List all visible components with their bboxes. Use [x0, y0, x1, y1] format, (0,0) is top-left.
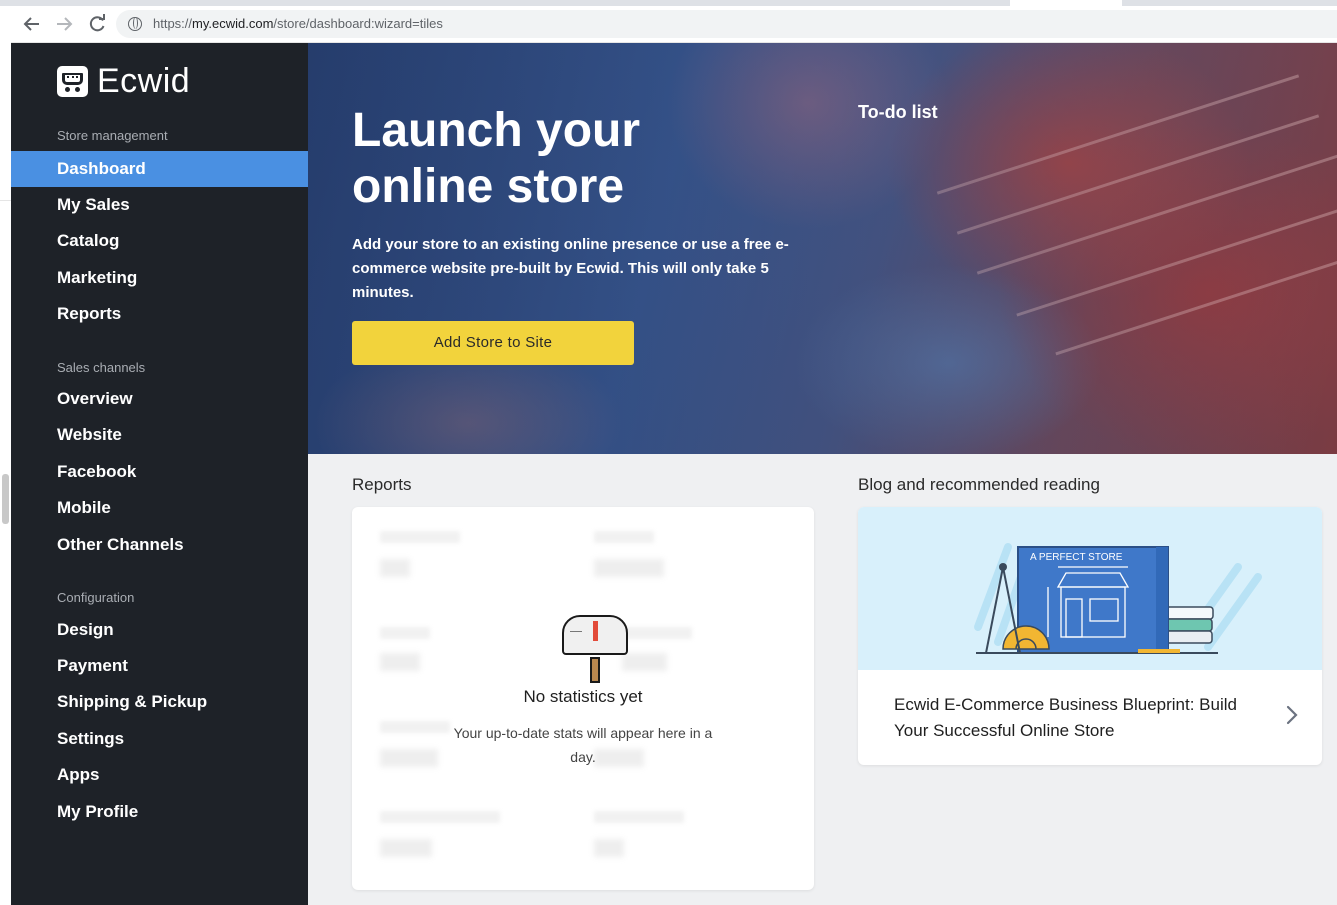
placeholder-value [380, 653, 420, 671]
hero-description: Add your store to an existing online pre… [352, 236, 789, 301]
reports-card: No statistics yet Your up-to-date stats … [352, 507, 814, 890]
no-statistics-title: No statistics yet [523, 687, 643, 706]
url-text[interactable]: https://my.ecwid.com/store/dashboard:wiz… [153, 16, 443, 31]
sidebar-item-my-profile[interactable]: My Profile [11, 794, 308, 830]
sidebar-item-catalog[interactable]: Catalog [11, 223, 308, 259]
blueprint-caption: A PERFECT STORE [1030, 552, 1123, 563]
sidebar-item-mobile[interactable]: Mobile [11, 490, 308, 526]
divider [0, 200, 11, 201]
sidebar-item-other-channels[interactable]: Other Channels [11, 527, 308, 563]
placeholder-value [594, 559, 664, 577]
sidebar-item-reports[interactable]: Reports [11, 296, 308, 332]
placeholder-value [380, 559, 410, 577]
browser-toolbar: https://my.ecwid.com/store/dashboard:wiz… [0, 0, 1337, 42]
cart-shape [62, 72, 83, 85]
sidebar-item-design[interactable]: Design [11, 612, 308, 648]
sidebar-item-website[interactable]: Website [11, 417, 308, 453]
sidebar-item-settings[interactable]: Settings [11, 721, 308, 757]
address-bar[interactable]: https://my.ecwid.com/store/dashboard:wiz… [116, 10, 1337, 38]
scrollbar-thumb[interactable] [2, 474, 9, 524]
blog-article-title[interactable]: Ecwid E-Commerce Business Blueprint: Bui… [894, 692, 1264, 744]
mailbox-post [590, 657, 600, 683]
hero-title: Launch your online store [352, 104, 641, 213]
placeholder-label [594, 811, 684, 823]
ecwid-cart-logo-icon [57, 65, 88, 97]
section-label-configuration: Configuration [57, 590, 135, 605]
placeholder-label [380, 721, 450, 733]
placeholder-label [380, 531, 460, 543]
section-label-store-management: Store management [57, 128, 168, 143]
todo-list-heading: To-do list [858, 102, 938, 122]
cart-wheel [75, 86, 80, 92]
reload-icon[interactable] [86, 13, 108, 35]
placeholder-label [380, 627, 430, 639]
placeholder-label [594, 531, 654, 543]
section-label-sales-channels: Sales channels [57, 360, 146, 375]
placeholder-value [380, 749, 438, 767]
site-info-icon[interactable] [128, 17, 142, 31]
placeholder-value [594, 839, 624, 857]
placeholder-label [622, 627, 692, 639]
tab-strip [0, 0, 1337, 6]
active-tab[interactable] [1010, 0, 1122, 6]
sidebar-item-marketing[interactable]: Marketing [11, 260, 308, 296]
sidebar-item-apps[interactable]: Apps [11, 757, 308, 793]
hero-banner: Launch your online store Add your store … [308, 43, 1337, 454]
underlying-window-edge [0, 42, 11, 905]
mailbox-flag [593, 621, 598, 641]
forward-arrow-icon[interactable] [53, 13, 75, 35]
sidebar-item-payment[interactable]: Payment [11, 648, 308, 684]
sidebar-item-overview[interactable]: Overview [11, 381, 308, 417]
ecwid-logo[interactable]: Ecwid [57, 61, 190, 101]
sidebar-item-shipping-pickup[interactable]: Shipping & Pickup [11, 684, 308, 720]
url-path: /store/dashboard:wizard=tiles [273, 16, 443, 31]
add-store-to-site-button[interactable]: Add Store to Site [352, 321, 634, 365]
sidebar: Ecwid Store management Dashboard My Sale… [11, 43, 308, 905]
blog-section-title: Blog and recommended reading [858, 475, 1100, 494]
blueprint-store-illustration: A PERFECT STORE [974, 543, 1262, 654]
cart-wheel [65, 86, 70, 92]
reports-section-title: Reports [352, 475, 412, 494]
no-statistics-subtitle: Your up-to-date stats will appear here i… [453, 725, 713, 765]
chevron-right-icon[interactable] [1282, 703, 1302, 727]
placeholder-value [380, 839, 432, 857]
sidebar-item-my-sales[interactable]: My Sales [11, 187, 308, 223]
url-host: my.ecwid.com [192, 16, 274, 31]
dashboard-content: Reports Blog and recommended reading No … [308, 454, 1337, 905]
sidebar-item-facebook[interactable]: Facebook [11, 454, 308, 490]
placeholder-label [380, 811, 500, 823]
sidebar-item-dashboard[interactable]: Dashboard [11, 151, 308, 187]
blog-article-card[interactable]: A PERFECT STORE Ecwid E-Commerce Busines… [858, 507, 1322, 765]
blog-article-image: A PERFECT STORE [858, 507, 1322, 670]
back-arrow-icon[interactable] [21, 13, 43, 35]
logo-text: Ecwid [97, 61, 191, 100]
mailbox-icon [560, 613, 630, 683]
url-prefix: https:// [153, 16, 193, 31]
